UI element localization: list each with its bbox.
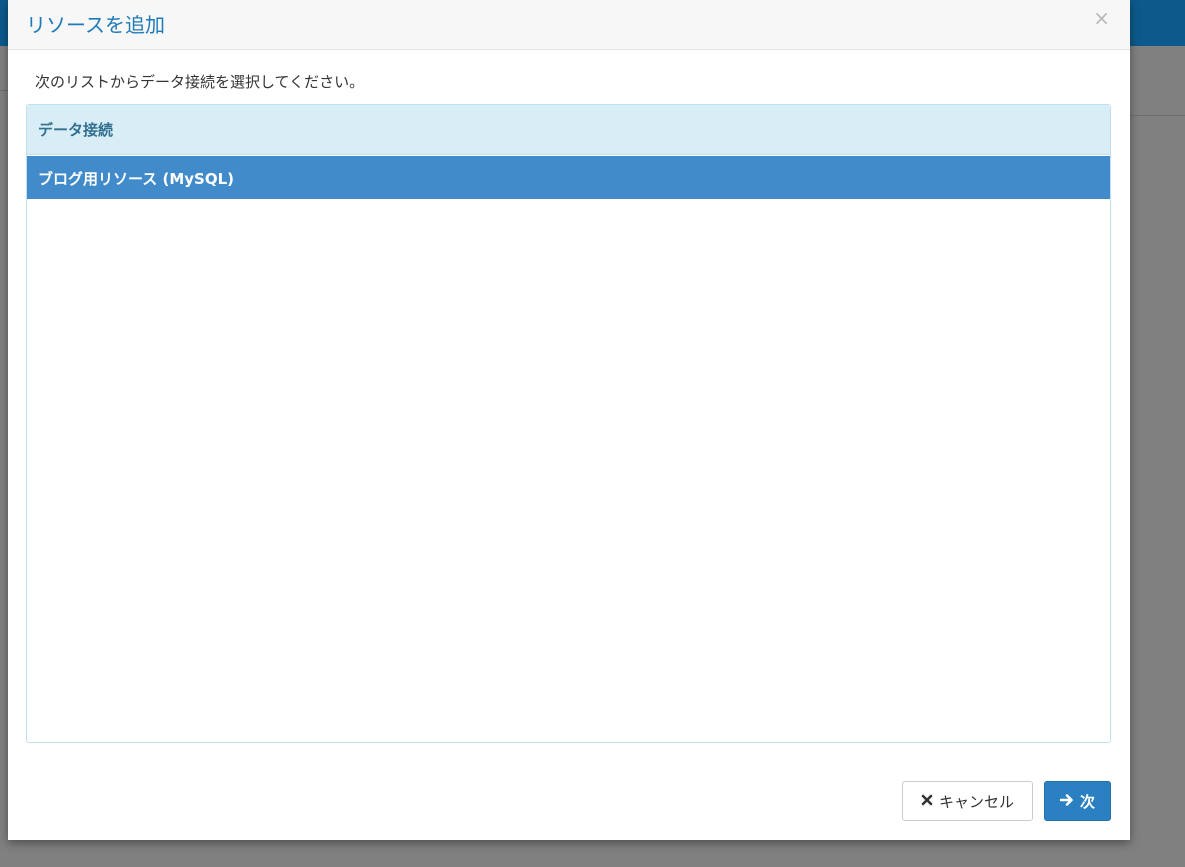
add-resource-dialog: リソースを追加 × 次のリストからデータ接続を選択してください。 データ接続 ブ… [8, 0, 1130, 840]
times-icon [921, 794, 933, 809]
data-connection-panel: データ接続 ブログ用リソース (MySQL) [26, 104, 1111, 743]
instruction-text: 次のリストからデータ接続を選択してください。 [35, 73, 365, 91]
cancel-button[interactable]: キャンセル [902, 781, 1033, 821]
arrow-right-icon [1059, 793, 1074, 810]
background-divider [1130, 115, 1185, 116]
panel-heading: データ接続 [27, 105, 1110, 155]
cancel-label: キャンセル [938, 792, 1014, 811]
next-label: 次 [1079, 792, 1095, 811]
next-button[interactable]: 次 [1044, 781, 1111, 821]
close-icon[interactable]: × [1093, 8, 1110, 28]
dialog-title: リソースを追加 [26, 13, 165, 37]
background-divider-left [0, 90, 8, 91]
dialog-header: リソースを追加 × [8, 0, 1130, 50]
list-item-blog-resource[interactable]: ブログ用リソース (MySQL) [27, 156, 1110, 199]
